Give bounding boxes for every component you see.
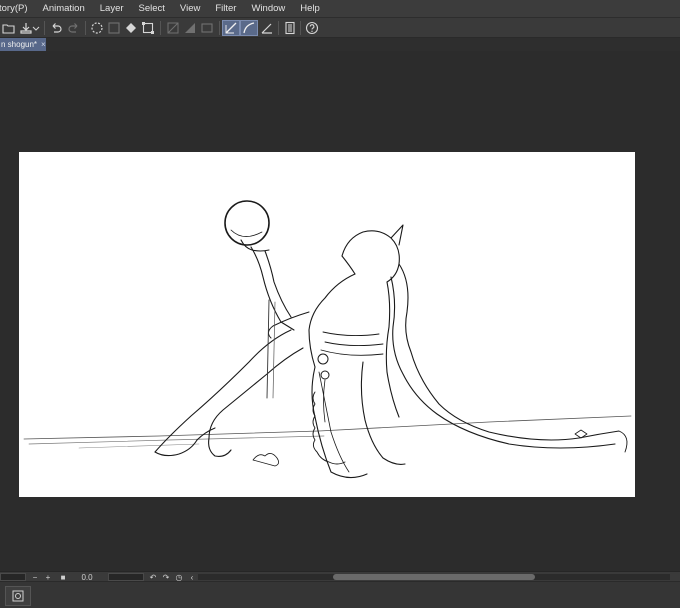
horizontal-scroll-thumb[interactable] xyxy=(333,574,535,580)
navigator-icon[interactable] xyxy=(5,586,31,606)
toolbar-separator xyxy=(300,21,301,35)
curve-snap-icon[interactable] xyxy=(240,20,258,36)
document-tab[interactable]: n shogun* × xyxy=(0,38,46,51)
gradient-icon[interactable] xyxy=(181,20,199,36)
transform-icon[interactable] xyxy=(139,20,157,36)
open-icon[interactable] xyxy=(0,20,18,36)
menu-help[interactable]: Help xyxy=(300,3,320,14)
document-tab-bar: n shogun* × xyxy=(0,38,680,51)
document-tab-title: n shogun* xyxy=(1,40,38,49)
toolbar-separator xyxy=(278,21,279,35)
menu-filter[interactable]: Filter xyxy=(215,3,236,14)
menu-layer[interactable]: Layer xyxy=(100,3,124,14)
ruler-off-icon[interactable] xyxy=(164,20,182,36)
dropdown-icon[interactable] xyxy=(31,20,41,36)
toolbar-separator xyxy=(85,21,86,35)
canvas-workspace[interactable] xyxy=(0,51,680,571)
clear-selection-icon[interactable] xyxy=(105,20,123,36)
menu-bar: tory(P) Animation Layer Select View Filt… xyxy=(0,0,680,17)
menu-window[interactable]: Window xyxy=(251,3,285,14)
toolbar-separator xyxy=(219,21,220,35)
rotation-field[interactable] xyxy=(108,573,144,581)
zoom-field[interactable] xyxy=(0,573,26,581)
line-snap-icon[interactable] xyxy=(222,20,240,36)
frame-icon[interactable] xyxy=(198,20,216,36)
close-icon[interactable]: × xyxy=(41,40,46,49)
fill-icon[interactable] xyxy=(122,20,140,36)
sketch-drawing xyxy=(23,200,632,479)
menu-animation[interactable]: Animation xyxy=(43,3,85,14)
drawing-canvas[interactable] xyxy=(19,152,635,497)
redo-icon[interactable] xyxy=(65,20,83,36)
menu-story[interactable]: tory(P) xyxy=(0,3,28,14)
toolbar-separator xyxy=(44,21,45,35)
ruler-icon[interactable] xyxy=(258,20,276,36)
canvas-status-bar: − + ■ 0.0 ↶ ↷ ◷ ‹ xyxy=(0,571,680,582)
help-icon[interactable] xyxy=(303,20,321,36)
bottom-panel-bar xyxy=(0,581,680,608)
lasso-select-icon[interactable] xyxy=(88,20,106,36)
toolbar-separator xyxy=(160,21,161,35)
command-bar xyxy=(0,17,680,38)
document-icon[interactable] xyxy=(281,20,299,36)
undo-icon[interactable] xyxy=(47,20,65,36)
menu-view[interactable]: View xyxy=(180,3,200,14)
menu-select[interactable]: Select xyxy=(139,3,165,14)
